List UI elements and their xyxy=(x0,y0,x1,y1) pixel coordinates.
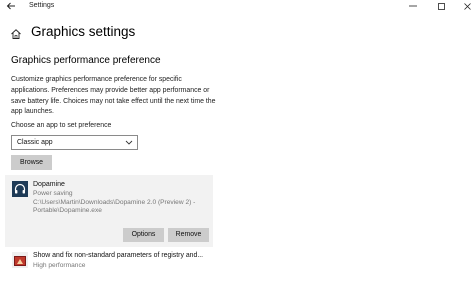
page-title: Graphics settings xyxy=(31,24,136,39)
app-preference: Power saving xyxy=(33,190,73,197)
close-icon[interactable] xyxy=(454,0,474,15)
back-arrow-icon[interactable] xyxy=(4,1,18,14)
app-name[interactable]: Show and fix non-standard parameters of … xyxy=(33,252,203,259)
app-preference: High performance xyxy=(33,262,86,269)
app-type-dropdown[interactable]: Classic app xyxy=(11,135,138,150)
choose-app-label: Choose an app to set preference xyxy=(11,122,112,129)
home-icon[interactable] xyxy=(10,27,22,39)
title-bar: Settings xyxy=(0,0,474,15)
browse-button[interactable]: Browse xyxy=(11,155,52,170)
maximize-icon[interactable] xyxy=(428,0,454,15)
app-name: Dopamine xyxy=(33,181,65,188)
remove-button[interactable]: Remove xyxy=(168,228,209,242)
window-title: Settings xyxy=(29,2,55,9)
section-title: Graphics performance preference xyxy=(11,55,161,66)
options-button[interactable]: Options xyxy=(123,228,164,242)
app-type-selected: Classic app xyxy=(17,139,53,146)
minimize-icon[interactable] xyxy=(400,0,426,15)
section-description: Customize graphics performance preferenc… xyxy=(11,76,216,116)
registry-tool-icon xyxy=(12,252,28,268)
headphones-icon xyxy=(12,181,28,197)
app-path-line1: C:\Users\Martin\Downloads\Dopamine 2.0 (… xyxy=(33,199,196,206)
app-path-line2: Portable\Dopamine.exe xyxy=(33,207,102,214)
chevron-down-icon xyxy=(125,138,133,148)
app-list-item-dopamine[interactable]: Dopamine Power saving C:\Users\Martin\Do… xyxy=(5,175,213,247)
